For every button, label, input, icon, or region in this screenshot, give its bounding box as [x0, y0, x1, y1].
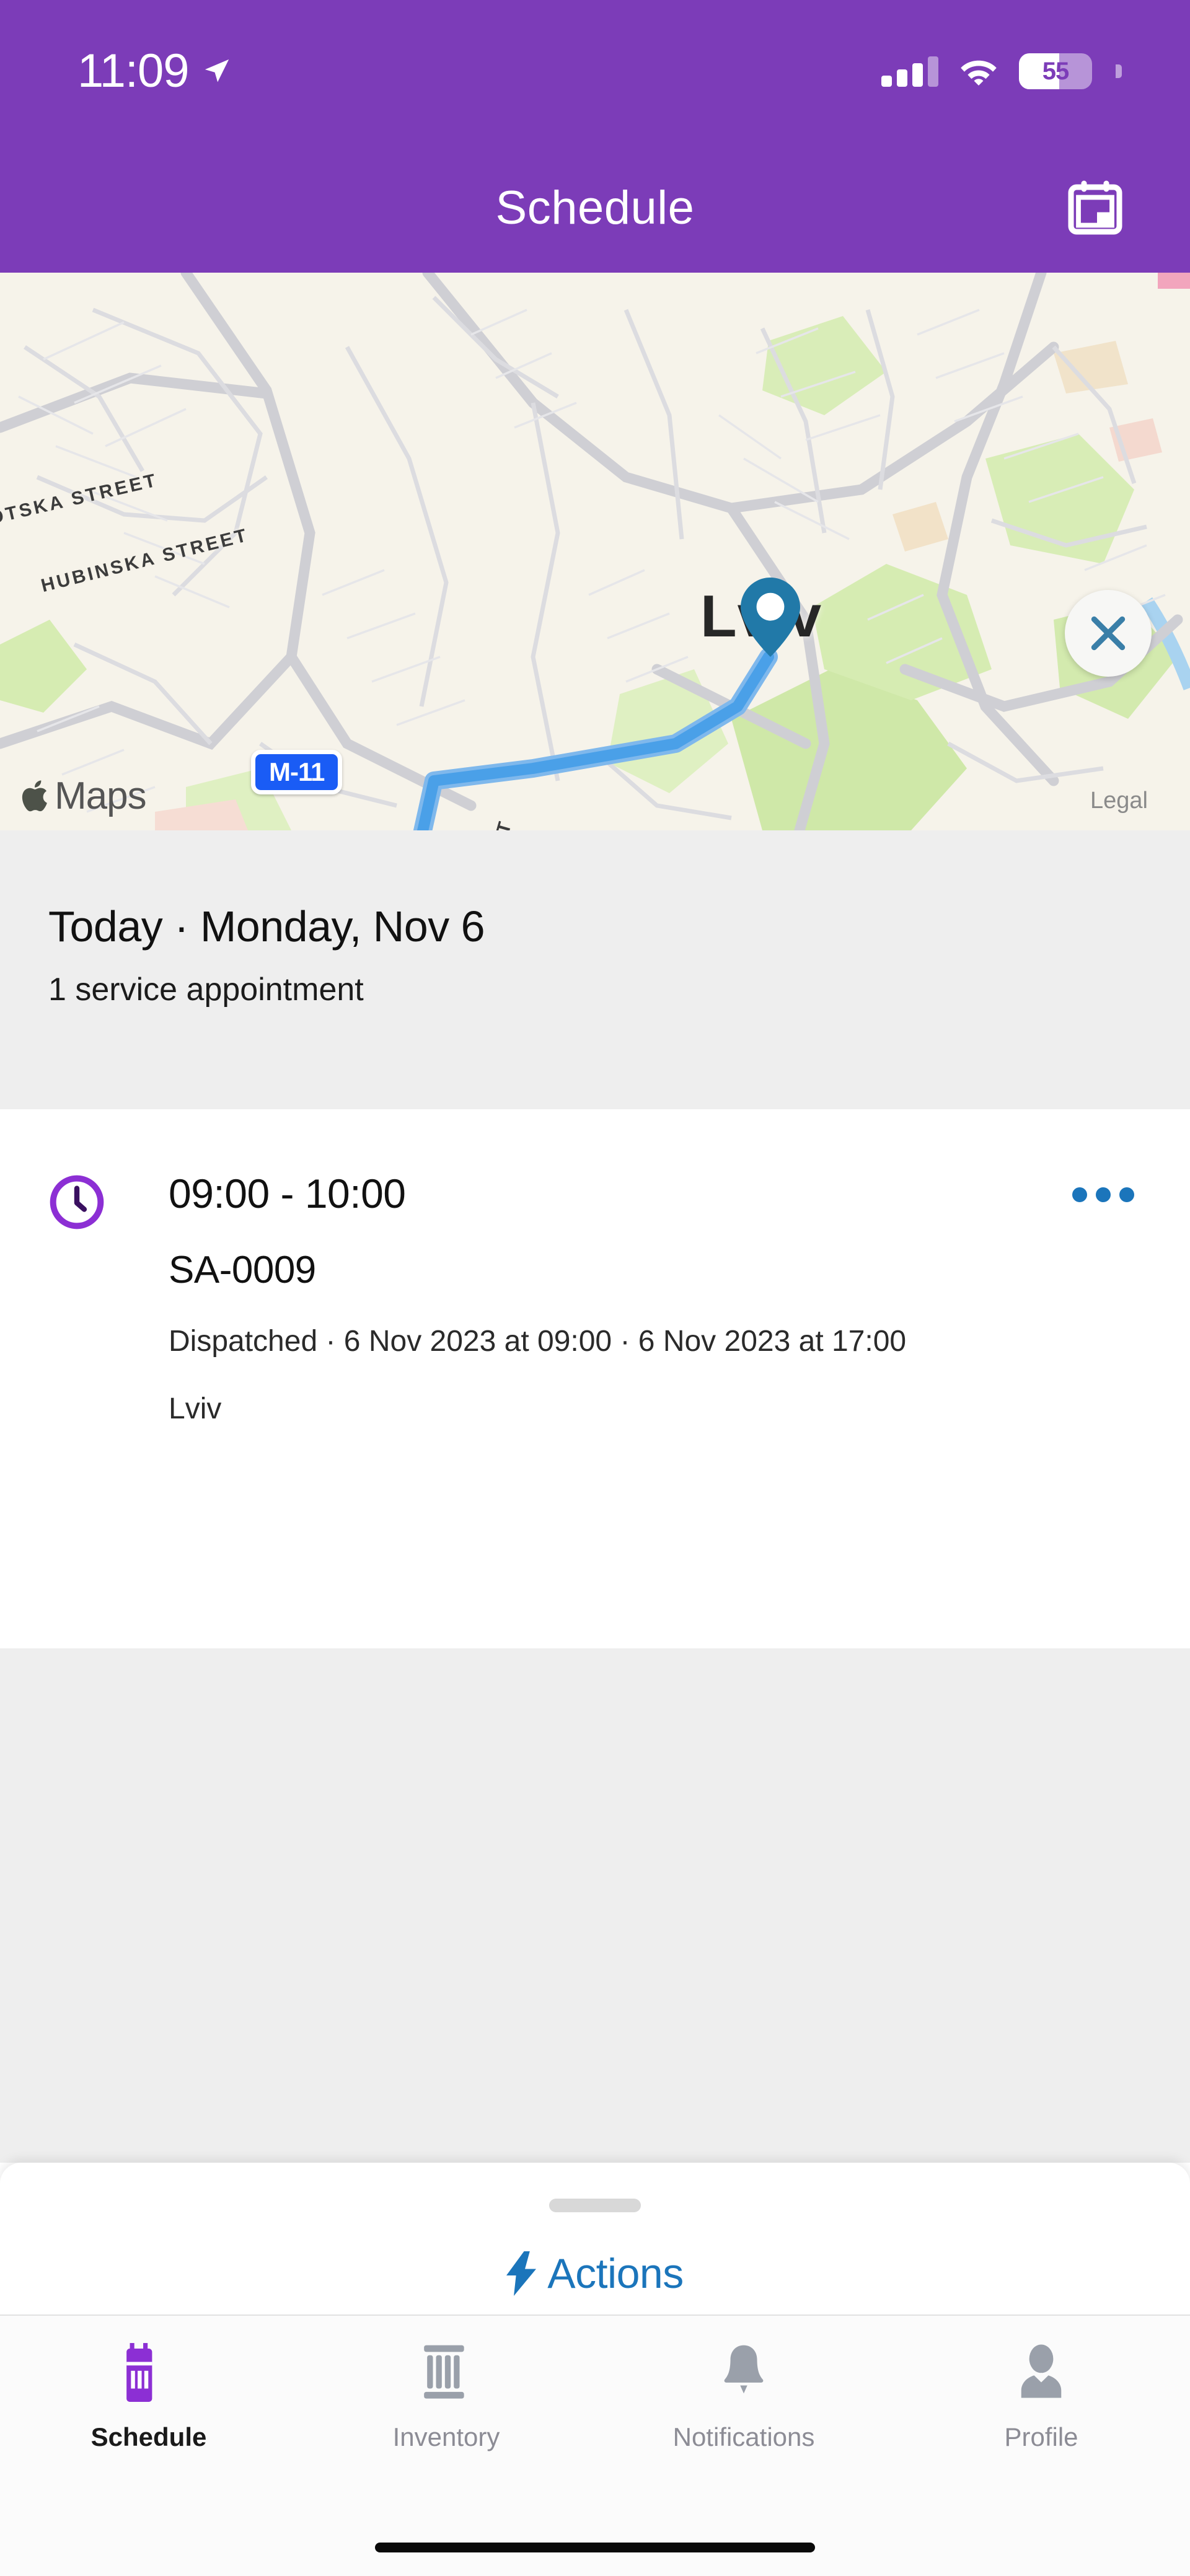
apple-maps-attribution: Maps	[20, 774, 147, 818]
person-icon	[1015, 2342, 1068, 2409]
lightning-bolt-icon	[506, 2251, 537, 2296]
appointment-row: 09:00 - 10:00 SA-0009 Dispatched · 6 Nov…	[0, 1170, 1190, 1426]
day-subtitle: 1 service appointment	[48, 972, 364, 1008]
cellular-signal-icon	[881, 56, 938, 87]
status-bar-left: 11:09	[77, 48, 231, 95]
inventory-columns-icon	[420, 2342, 473, 2409]
tab-label: Profile	[1004, 2422, 1078, 2451]
appointment-id: SA-0009	[169, 1249, 316, 1291]
day-header: Today · Monday, Nov 6 1 service appointm…	[0, 830, 1190, 1109]
map-corner-accent	[1158, 273, 1190, 289]
status-time: 11:09	[77, 45, 190, 97]
tab-notifications[interactable]: Notifications	[595, 2342, 892, 2452]
battery-icon: 55	[1019, 53, 1092, 89]
status-bar: 11:09 55	[0, 0, 1190, 143]
tab-label: Schedule	[90, 2422, 207, 2451]
highway-shield-icon: M-11	[251, 750, 343, 794]
appointment-card[interactable]: 09:00 - 10:00 SA-0009 Dispatched · 6 Nov…	[0, 1109, 1190, 1648]
tab-inventory[interactable]: Inventory	[298, 2342, 595, 2452]
app-screen: 11:09 55 Schedule DOTSKA STREET HUBINSKA…	[0, 0, 1190, 2576]
battery-level: 55	[1042, 57, 1069, 85]
appointment-location: Lviv	[169, 1392, 222, 1426]
actions-label: Actions	[547, 2250, 684, 2297]
battery-cap-icon	[1116, 64, 1122, 78]
home-indicator	[375, 2543, 815, 2552]
map-pin-icon[interactable]	[741, 578, 800, 657]
location-arrow-icon	[203, 57, 231, 86]
empty-list-area	[0, 1648, 1190, 2163]
map-legal-link[interactable]: Legal	[1090, 788, 1148, 814]
page-title: Schedule	[495, 181, 695, 234]
wifi-icon	[959, 57, 998, 86]
apple-logo-icon	[20, 778, 52, 814]
tab-schedule[interactable]: Schedule	[0, 2342, 298, 2452]
highway-shield-label: M-11	[269, 757, 325, 786]
clock-icon	[48, 1174, 105, 1231]
appointment-details: 09:00 - 10:00 SA-0009 Dispatched · 6 Nov…	[105, 1170, 1072, 1426]
status-bar-right: 55	[881, 53, 1122, 89]
more-options-icon[interactable]	[1072, 1187, 1134, 1202]
map-view[interactable]: DOTSKA STREET HUBINSKA STREET HY STREET …	[0, 273, 1190, 830]
calendar-schedule-icon	[122, 2342, 175, 2409]
appointment-time: 09:00 - 10:00	[169, 1171, 406, 1216]
nav-bar: Schedule	[0, 143, 1190, 273]
tab-label: Inventory	[392, 2422, 500, 2451]
actions-bottom-sheet[interactable]: Actions	[0, 2163, 1190, 2314]
bell-icon	[717, 2342, 770, 2409]
drag-handle-icon[interactable]	[549, 2199, 641, 2212]
day-title: Today · Monday, Nov 6	[48, 902, 485, 951]
appointment-status-line: Dispatched · 6 Nov 2023 at 09:00 · 6 Nov…	[169, 1325, 907, 1358]
maps-attribution-label: Maps	[55, 775, 147, 817]
tab-profile[interactable]: Profile	[892, 2342, 1190, 2452]
close-icon[interactable]	[1065, 590, 1152, 677]
tab-bar: Schedule Inventory Notifications Profile	[0, 2314, 1190, 2576]
tab-label: Notifications	[672, 2422, 815, 2451]
calendar-icon[interactable]	[1065, 178, 1125, 237]
actions-button[interactable]: Actions	[506, 2249, 684, 2298]
